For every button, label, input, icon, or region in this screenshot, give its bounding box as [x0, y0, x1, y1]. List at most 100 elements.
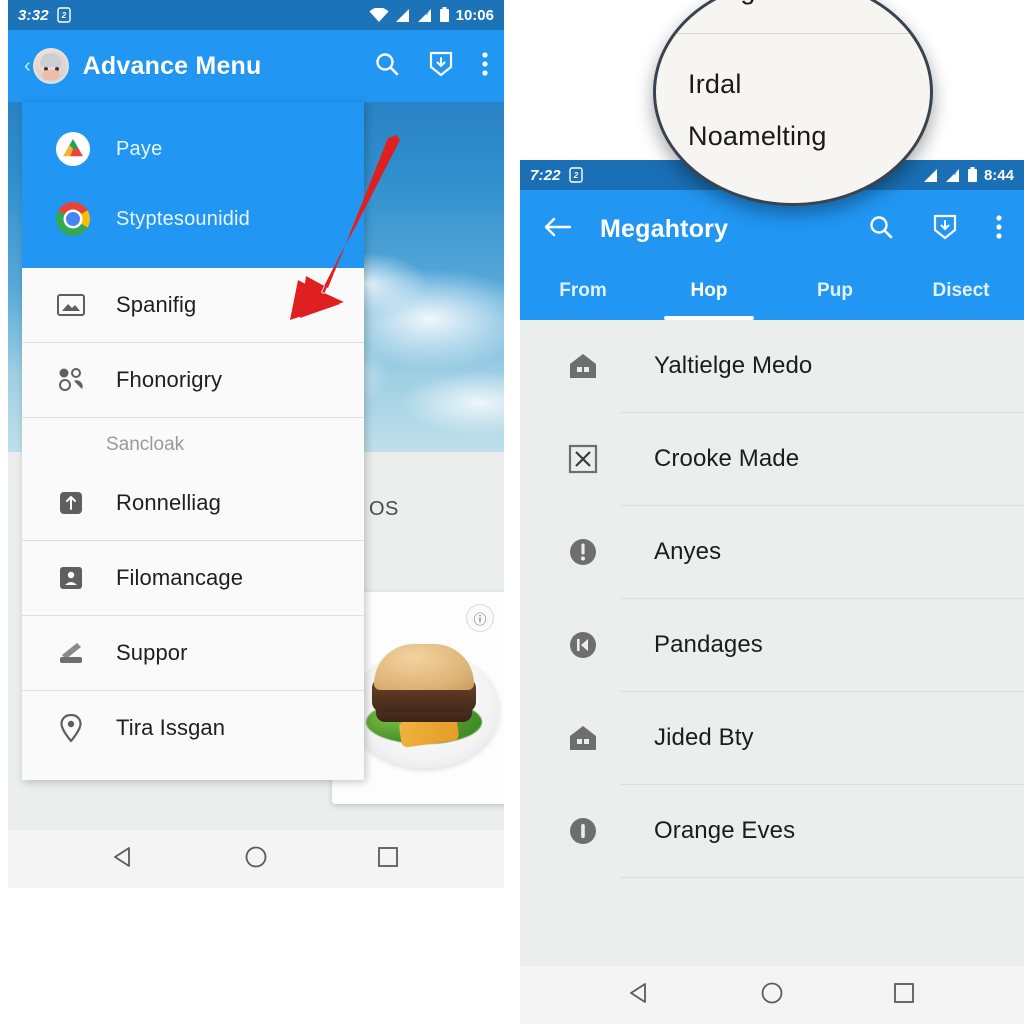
food-info-badge[interactable]: ⓘ [466, 604, 494, 632]
left-nav-bar [8, 830, 504, 888]
list-item[interactable]: Yaltielge Medo [520, 320, 1024, 412]
x-box-icon [566, 442, 600, 476]
nav-recent-icon[interactable] [892, 981, 916, 1010]
nav-back-icon[interactable] [628, 981, 652, 1010]
status-bar-clock: 10:06 [455, 6, 494, 24]
back-chevron-icon[interactable]: ‹ [24, 56, 31, 76]
drawer-item-spanifig[interactable]: Spanifig [22, 268, 364, 342]
list-item[interactable]: Jided Bty [520, 692, 1024, 784]
battery-icon [439, 7, 450, 23]
drawer-item-ronnelliag[interactable]: Ronnelliag [22, 466, 364, 540]
drawer-item-suppor[interactable]: Suppor [22, 616, 364, 690]
upload-arrow-icon [56, 488, 86, 518]
page-title: Advance Menu [82, 51, 262, 80]
avatar-eye-right [54, 67, 59, 71]
tab-from[interactable]: From [520, 280, 646, 320]
screenshot-canvas: 3:32 2 R 10:06 l OS ⓘ ‹ Advance Menu Pay… [0, 0, 1024, 1024]
nav-home-icon[interactable] [244, 845, 268, 874]
shield-icon[interactable] [932, 213, 958, 246]
magnifier-text-top: vlenge [690, 0, 771, 6]
list-item-label: Anyes [654, 538, 722, 565]
people-group-icon [56, 365, 86, 395]
nav-back-icon[interactable] [112, 845, 136, 874]
drawer-account-label: Styptesounidid [116, 207, 251, 230]
drawer-account-0[interactable]: Paye [22, 114, 364, 184]
rewind-circle-icon [566, 628, 600, 662]
wifi-icon [369, 7, 389, 23]
list-item-label: Pandages [654, 631, 763, 658]
tab-pup[interactable]: Pup [772, 280, 898, 320]
drawer-item-label: Tira Issgan [116, 715, 226, 740]
sim-card-icon: 2 [569, 167, 583, 183]
sim-card-icon: 2 [57, 7, 71, 23]
list-item-label: Yaltielge Medo [654, 352, 813, 379]
list-item[interactable]: Orange Eves [520, 785, 1024, 877]
google-drive-icon [56, 132, 90, 166]
location-pin-icon [56, 713, 86, 743]
nav-recent-icon[interactable] [376, 845, 400, 874]
right-nav-bar [520, 966, 1024, 1024]
search-icon[interactable] [374, 51, 400, 82]
status-bar-time: 3:32 [18, 6, 49, 24]
back-arrow-icon[interactable] [542, 215, 572, 244]
battery-icon [967, 167, 978, 183]
background-os-text: l OS [358, 498, 399, 520]
status-bar-left: 3:32 2 [18, 7, 71, 24]
search-icon[interactable] [868, 214, 894, 245]
tab-hop[interactable]: Hop [646, 280, 772, 320]
food-bun [374, 644, 474, 690]
magnifier-content: vlenge Irdal Noamelting [656, 0, 930, 203]
left-status-bar: 3:32 2 R 10:06 [8, 0, 504, 30]
list-item[interactable]: Pandages [520, 599, 1024, 691]
drawer-item-fhonorigry[interactable]: Fhonorigry [22, 343, 364, 417]
drawer-item-label: Suppor [116, 640, 188, 665]
shield-icon[interactable] [428, 50, 454, 83]
status-bar-clock: 8:44 [983, 166, 1014, 184]
overflow-menu-icon[interactable] [996, 214, 1002, 245]
nav-home-icon[interactable] [760, 981, 784, 1010]
tab-disect[interactable]: Disect [898, 280, 1024, 320]
signal-roaming-icon: R [944, 168, 961, 183]
drawer-item-label: Ronnelliag [116, 490, 221, 515]
right-app-bar: Megahtory From Hop Pup Disect [520, 190, 1024, 320]
status-bar-right: R 8:44 [923, 167, 1014, 184]
magnifier-callout: vlenge Irdal Noamelting [653, 0, 933, 206]
drawer-item-label: Filomancage [116, 565, 244, 590]
overflow-menu-icon[interactable] [482, 51, 488, 82]
drawer-item-filomancage[interactable]: Filomancage [22, 541, 364, 615]
house-icon [566, 349, 600, 383]
house-icon [566, 721, 600, 755]
right-list: Yaltielge Medo Crooke Made Anyes Pandage… [520, 320, 1024, 966]
printer-icon [56, 638, 86, 668]
status-bar-right: R 10:06 [369, 7, 494, 24]
list-item[interactable]: Anyes [520, 506, 1024, 598]
person-badge-icon [56, 563, 86, 593]
page-title: Megahtory [600, 214, 729, 243]
image-frame-icon [56, 290, 86, 320]
svg-text:2: 2 [61, 11, 67, 20]
right-phone-screen: 7:22 2 R 8:44 Megahtory From Hop Pup Dis… [520, 160, 1024, 1024]
list-item[interactable]: Crooke Made [520, 413, 1024, 505]
left-phone-screen: 3:32 2 R 10:06 l OS ⓘ ‹ Advance Menu Pay… [8, 0, 504, 888]
right-app-bar-actions [868, 213, 1002, 246]
chrome-icon [56, 202, 90, 236]
status-bar-time: 7:22 [530, 166, 561, 184]
list-item-label: Crooke Made [654, 445, 800, 472]
list-item-label: Orange Eves [654, 817, 796, 844]
alert-circle-icon [566, 535, 600, 569]
drawer-account-header: Paye Styptesounidid [22, 102, 364, 268]
drawer-account-1[interactable]: Styptesounidid [22, 184, 364, 254]
drawer-account-label: Paye [116, 137, 163, 160]
left-app-bar: ‹ Advance Menu [8, 30, 504, 102]
signal-roaming-icon: R [416, 8, 433, 23]
list-item-label: Jided Bty [654, 724, 754, 751]
info-circle-icon [566, 814, 600, 848]
signal-bars-icon [395, 8, 410, 23]
avatar[interactable] [32, 48, 69, 84]
magnifier-text-1: Irdal [688, 69, 742, 99]
drawer-item-label: Spanifig [116, 292, 197, 317]
svg-text:R: R [424, 11, 429, 17]
drawer-item-tira-issgan[interactable]: Tira Issgan [22, 691, 364, 765]
drawer-section-title: Sancloak [106, 434, 185, 455]
magnifier-divider [656, 33, 930, 34]
